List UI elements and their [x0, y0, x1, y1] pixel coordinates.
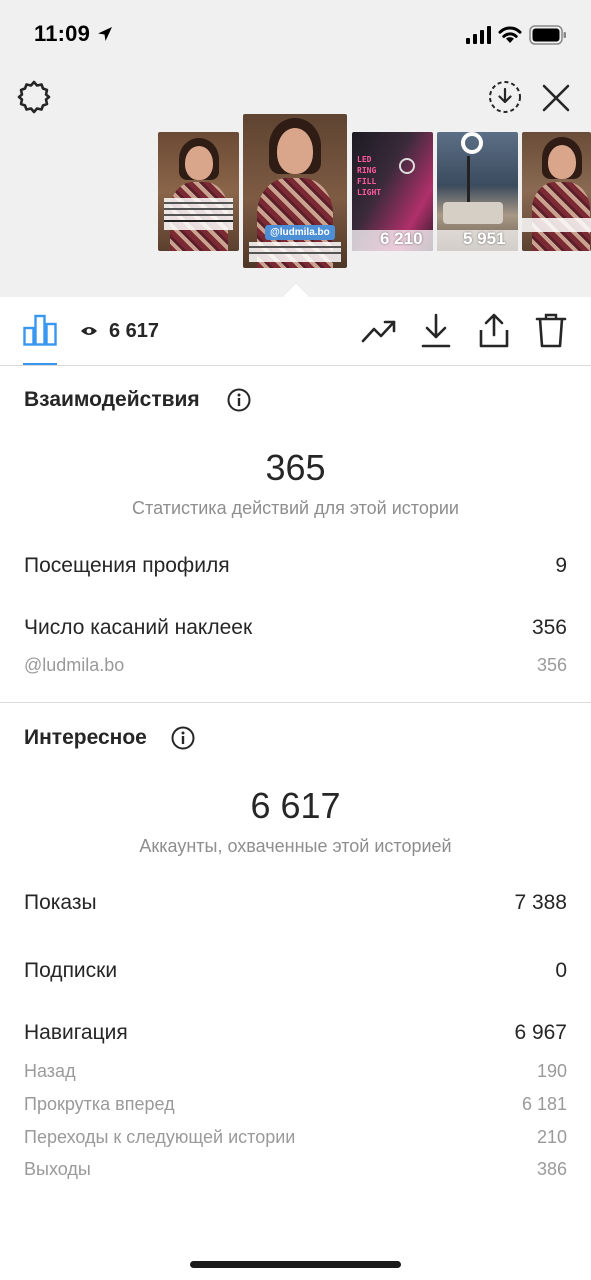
- save-story-icon[interactable]: [488, 80, 522, 114]
- nav-next-story-label: Переходы к следующей истории: [24, 1127, 296, 1147]
- eye-icon: [81, 327, 97, 335]
- impressions-label: Показы: [24, 891, 97, 914]
- status-bar: 11:09: [0, 0, 591, 70]
- section-divider: [0, 702, 591, 703]
- story-thumbnail[interactable]: LED RING FILL LIGHT 6 210: [352, 132, 433, 251]
- nav-exits-label: Выходы: [24, 1159, 91, 1179]
- story-thumbnail[interactable]: 5 951: [437, 132, 518, 251]
- story-overlay-text: LED RING FILL LIGHT: [357, 155, 382, 197]
- navigation-label: Навигация: [24, 1021, 128, 1044]
- story-header: 11:09 @ludmila.bo LED RING FILL LIGHT 6 …: [0, 0, 591, 297]
- interactions-caption: Статистика действий для этой истории: [132, 498, 459, 518]
- status-time: 11:09: [34, 21, 91, 46]
- nav-exits-value: 386: [536, 1159, 567, 1179]
- follows-value: 0: [555, 959, 567, 982]
- reach-total: 6 617: [250, 785, 341, 826]
- sticker-mention-label: @ludmila.bo: [24, 655, 125, 675]
- wifi-icon: [498, 26, 522, 43]
- story-view-count: 5 951: [463, 229, 506, 248]
- interactions-title: Взаимодействия: [24, 388, 200, 411]
- promote-trend-icon[interactable]: [361, 318, 397, 344]
- sticker-mention-value: 356: [536, 655, 567, 675]
- settings-gear-icon[interactable]: [16, 79, 52, 115]
- home-indicator[interactable]: [190, 1261, 401, 1268]
- download-icon[interactable]: [421, 313, 451, 349]
- reach-caption: Аккаунты, охваченные этой историей: [139, 836, 452, 856]
- trash-icon[interactable]: [535, 313, 567, 349]
- story-view-count: 6 210: [380, 229, 423, 248]
- cellular-signal-icon: [466, 26, 491, 44]
- sticker-taps-value: 356: [531, 616, 567, 639]
- profile-visits-label: Посещения профиля: [24, 554, 230, 577]
- insights-tab-indicator: [23, 363, 57, 365]
- info-icon[interactable]: [227, 388, 251, 412]
- sticker-taps-label: Число касаний наклеек: [24, 616, 253, 639]
- interactions-total: 365: [265, 447, 326, 488]
- info-icon[interactable]: [171, 726, 195, 750]
- selected-story-pointer: [283, 284, 309, 297]
- nav-next-story-value: 210: [536, 1127, 567, 1147]
- nav-forward-value: 6 181: [521, 1094, 567, 1114]
- story-thumbnail[interactable]: [158, 132, 239, 251]
- insights-toolbar: 6 617: [0, 297, 591, 366]
- story-thumbnail-selected[interactable]: @ludmila.bo: [243, 114, 347, 268]
- location-arrow-icon: [98, 27, 112, 41]
- impressions-value: 7 388: [514, 891, 567, 914]
- discovery-title: Интересное: [24, 726, 147, 749]
- insights-bar-chart-icon[interactable]: [23, 314, 57, 346]
- story-thumbnail[interactable]: [522, 132, 591, 251]
- mention-sticker: @ludmila.bo: [265, 225, 335, 240]
- close-icon[interactable]: [542, 84, 570, 112]
- nav-forward-label: Прокрутка вперед: [24, 1094, 175, 1114]
- story-viewers-count[interactable]: 6 617: [109, 320, 159, 343]
- nav-back-value: 190: [536, 1061, 567, 1081]
- navigation-value: 6 967: [514, 1021, 567, 1044]
- share-icon[interactable]: [478, 313, 510, 349]
- battery-icon: [529, 25, 566, 45]
- profile-visits-value: 9: [555, 554, 567, 577]
- nav-back-label: Назад: [24, 1061, 76, 1081]
- follows-label: Подписки: [24, 959, 118, 982]
